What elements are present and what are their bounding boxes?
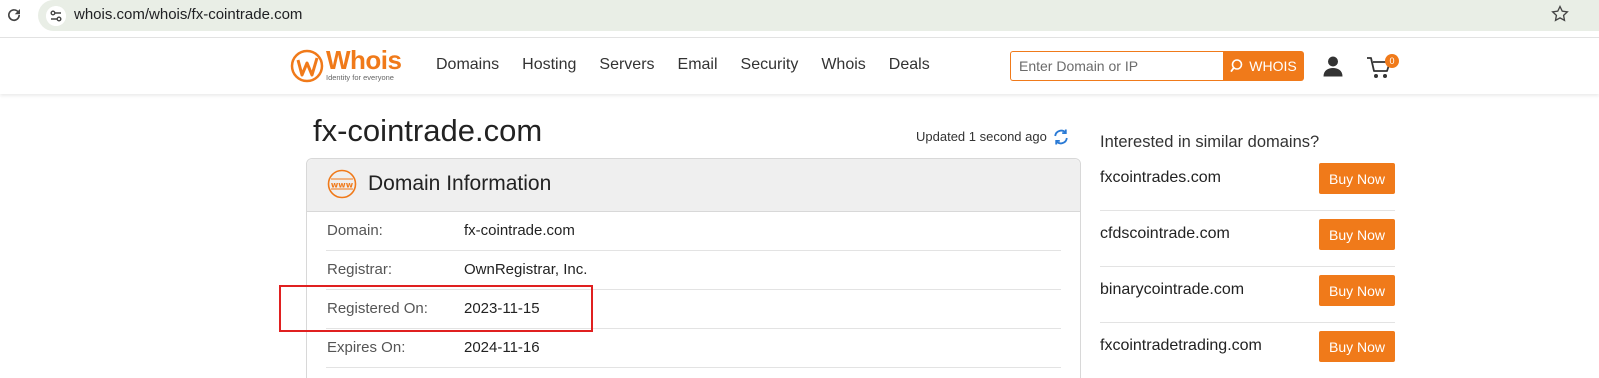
buy-now-button[interactable]: Buy Now bbox=[1319, 163, 1395, 194]
nav-whois[interactable]: Whois bbox=[821, 56, 865, 74]
refresh-icon[interactable] bbox=[1053, 128, 1069, 146]
buy-now-button[interactable]: Buy Now bbox=[1319, 219, 1395, 250]
domain-info-header: www Domain Information bbox=[307, 159, 1080, 212]
bookmark-star-icon[interactable] bbox=[1550, 4, 1570, 24]
info-value: OwnRegistrar, Inc. bbox=[464, 261, 588, 278]
site-info-icon[interactable] bbox=[46, 6, 66, 26]
domain-info-title: Domain Information bbox=[368, 172, 552, 195]
info-row-expires-on: Expires On: 2024-11-16 bbox=[326, 329, 1061, 368]
nav-email[interactable]: Email bbox=[678, 56, 718, 74]
similar-domain-name: fxcointrades.com bbox=[1100, 169, 1221, 186]
buy-now-button[interactable]: Buy Now bbox=[1319, 275, 1395, 306]
whois-logo[interactable]: Whois Identity for everyone bbox=[290, 45, 415, 85]
similar-domain-row: fxcointradetrading.com Buy Now bbox=[1100, 323, 1395, 378]
reload-icon[interactable] bbox=[5, 6, 23, 24]
svg-text:www: www bbox=[331, 181, 354, 190]
logo-mark-icon bbox=[290, 49, 324, 83]
logo-text: Whois bbox=[326, 45, 402, 75]
page-title: fx-cointrade.com bbox=[313, 113, 543, 148]
user-account-icon[interactable] bbox=[1322, 55, 1344, 77]
similar-domain-name: fxcointradetrading.com bbox=[1100, 337, 1262, 354]
nav-hosting[interactable]: Hosting bbox=[522, 56, 576, 74]
www-globe-icon: www bbox=[327, 169, 357, 199]
whois-search-label: WHOIS bbox=[1249, 58, 1297, 74]
registered-on-highlight bbox=[279, 285, 593, 332]
whois-search-button[interactable]: WHOIS bbox=[1223, 51, 1304, 81]
site-header: Whois Identity for everyone Domains Host… bbox=[0, 38, 1599, 94]
domain-info-panel: www Domain Information Domain: fx-cointr… bbox=[306, 158, 1081, 378]
similar-domain-name: cfdscointrade.com bbox=[1100, 225, 1230, 242]
domain-search-input[interactable] bbox=[1010, 51, 1223, 81]
updated-status: Updated 1 second ago bbox=[916, 129, 1047, 144]
similar-domains-title: Interested in similar domains? bbox=[1100, 133, 1320, 151]
browser-toolbar: whois.com/whois/fx-cointrade.com bbox=[0, 0, 1599, 38]
nav-domains[interactable]: Domains bbox=[436, 56, 499, 74]
url-text[interactable]: whois.com/whois/fx-cointrade.com bbox=[74, 6, 302, 23]
address-bar[interactable]: whois.com/whois/fx-cointrade.com bbox=[38, 0, 1599, 31]
similar-domain-row: cfdscointrade.com Buy Now bbox=[1100, 211, 1395, 267]
similar-domain-row: binarycointrade.com Buy Now bbox=[1100, 267, 1395, 323]
main-nav: Domains Hosting Servers Email Security W… bbox=[436, 56, 953, 74]
info-value: fx-cointrade.com bbox=[464, 222, 575, 239]
nav-security[interactable]: Security bbox=[741, 56, 799, 74]
similar-domain-name: binarycointrade.com bbox=[1100, 281, 1245, 298]
cart-count-badge: 0 bbox=[1385, 54, 1399, 68]
info-label: Registrar: bbox=[327, 261, 393, 278]
search-icon bbox=[1230, 59, 1243, 73]
nav-deals[interactable]: Deals bbox=[889, 56, 930, 74]
info-row-domain: Domain: fx-cointrade.com bbox=[326, 212, 1061, 251]
similar-domain-row: fxcointrades.com Buy Now bbox=[1100, 155, 1395, 211]
nav-servers[interactable]: Servers bbox=[599, 56, 654, 74]
info-label: Domain: bbox=[327, 222, 383, 239]
info-value: 2024-11-16 bbox=[464, 339, 540, 356]
info-label: Expires On: bbox=[327, 339, 406, 356]
logo-tagline: Identity for everyone bbox=[326, 73, 394, 82]
buy-now-button[interactable]: Buy Now bbox=[1319, 331, 1395, 362]
